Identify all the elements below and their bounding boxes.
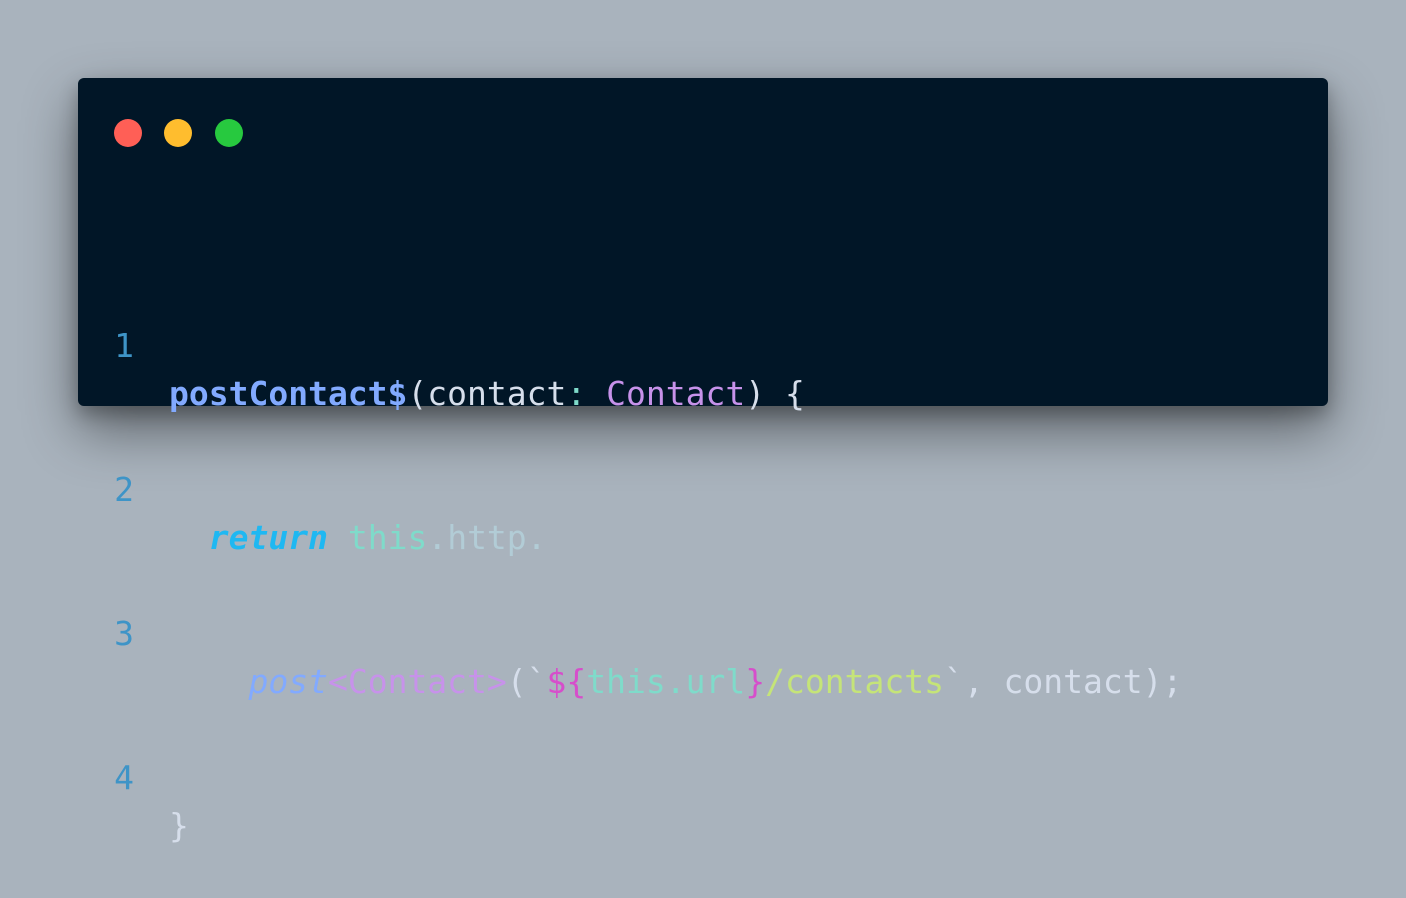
code-token: ) { xyxy=(745,374,805,413)
line-number: 2 xyxy=(114,470,134,509)
type-name: Contact xyxy=(586,374,746,413)
parameter-name: contact xyxy=(427,374,567,413)
close-button[interactable] xyxy=(114,119,142,147)
line-source: post<Contact>(`${this.url}/contacts`, co… xyxy=(169,658,1182,706)
keyword-return: return xyxy=(208,518,328,557)
line-source: postContact$(contact: Contact) { xyxy=(169,370,805,418)
line-number: 4 xyxy=(114,758,134,797)
code-token: ` xyxy=(943,662,964,701)
string-literal: /contacts xyxy=(765,662,944,701)
code-line: 1 postContact$(contact: Contact) { xyxy=(78,274,805,413)
keyword-this: this xyxy=(586,662,666,701)
line-number: 3 xyxy=(114,614,134,653)
maximize-button[interactable] xyxy=(215,119,243,147)
property-access: .http. xyxy=(427,518,547,557)
line-number: 1 xyxy=(114,326,134,365)
code-line: 4 } xyxy=(78,706,197,845)
code-token: : xyxy=(566,374,587,413)
template-interp-open: ${ xyxy=(546,662,587,701)
function-name: postContact$ xyxy=(169,374,408,413)
method-name: post xyxy=(248,662,328,701)
property-access: .url xyxy=(665,662,746,701)
code-token: (` xyxy=(506,662,547,701)
code-line: 2 return this.http. xyxy=(78,418,546,557)
keyword-this: this xyxy=(347,518,428,557)
code-block: 1 postContact$(contact: Contact) { 2 ret… xyxy=(78,178,1182,850)
line-source: } xyxy=(169,802,189,850)
minimize-button[interactable] xyxy=(164,119,192,147)
code-token: ( xyxy=(407,374,428,413)
code-token: } xyxy=(169,806,189,845)
line-source: return this.http. xyxy=(169,514,547,562)
code-window: 1 postContact$(contact: Contact) { 2 ret… xyxy=(78,78,1328,845)
code-line: 3 post<Contact>(`${this.url}/contacts`, … xyxy=(78,562,1182,701)
generic-type: <Contact> xyxy=(327,662,507,701)
code-token: , contact); xyxy=(963,662,1183,701)
template-interp-close: } xyxy=(745,662,766,701)
